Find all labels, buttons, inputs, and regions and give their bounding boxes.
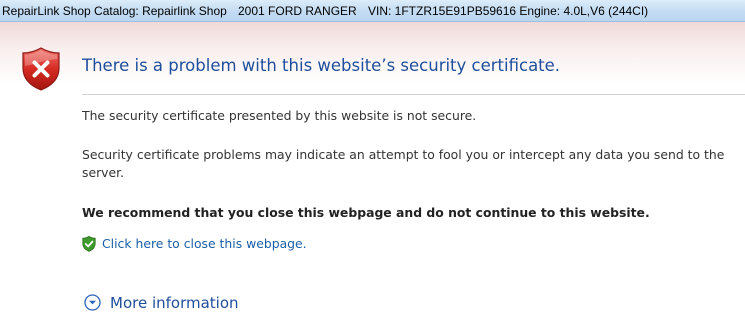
app-title: RepairLink Shop Catalog: Repairlink Shop	[2, 4, 227, 18]
error-shield-icon	[22, 47, 60, 91]
vehicle-label: 2001 FORD RANGER	[238, 4, 357, 18]
vin-engine-label: VIN: 1FTZR15E91PB59616 Engine: 4.0L,V6 (…	[368, 4, 649, 18]
heading-divider	[82, 94, 745, 95]
more-information-label[interactable]: More information	[110, 292, 239, 314]
certificate-error-page: There is a problem with this website’s s…	[0, 22, 745, 328]
window-title-bar: RepairLink Shop Catalog: Repairlink Shop…	[0, 0, 745, 22]
green-check-shield-icon	[82, 236, 96, 252]
close-webpage-link[interactable]: Click here to close this webpage.	[102, 235, 307, 253]
page-heading: There is a problem with this website’s s…	[82, 56, 561, 75]
recommendation-text: We recommend that you close this webpage…	[82, 205, 650, 220]
certificate-explanation: Security certificate problems may indica…	[82, 147, 725, 180]
chevron-down-circle-icon	[84, 294, 101, 311]
certificate-message: The security certificate presented by th…	[82, 108, 477, 123]
